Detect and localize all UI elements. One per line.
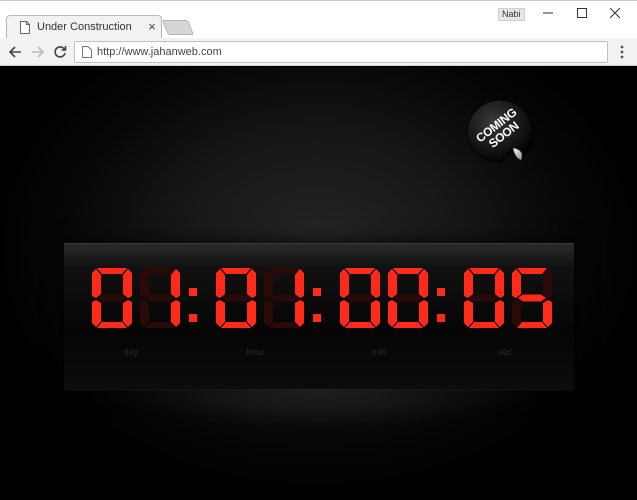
digit-segment [140,300,149,327]
digit-segment [393,268,423,274]
digit-segment [145,268,175,274]
digit-segment [146,294,174,302]
digit-segment [97,322,127,328]
countdown-digit [464,268,504,328]
new-tab-button[interactable] [161,20,195,35]
maximize-icon [577,8,587,18]
digit-segment [295,300,304,327]
minimize-icon [543,12,553,14]
digit-segment [345,322,375,328]
digit-segment [92,269,101,298]
digit-segment [512,300,521,327]
countdown-colon [437,288,445,322]
digit-segment [264,300,273,327]
digit-segment [216,269,225,298]
digit-segment [221,268,251,274]
coming-soon-sticker: COMING SOON [465,98,535,168]
digit-segment [464,269,473,298]
countdown-digit [340,268,380,328]
digit-segment [469,322,499,328]
title-bar: Under Construction × Nabi [0,0,637,39]
browser-tab[interactable]: Under Construction × [6,15,162,39]
digit-segment [264,269,273,298]
profile-name[interactable]: Nabi [498,8,525,21]
digit-segment [216,300,225,327]
digit-segment [145,322,175,328]
digit-segment [270,294,298,302]
digit-segment [469,268,499,274]
reload-icon [54,46,67,58]
digit-segment [171,300,180,327]
digit-segment [394,294,422,302]
label-min: min [371,347,387,357]
digit-segment [470,294,498,302]
digit-segment [346,294,374,302]
digit-segment [140,269,149,298]
reload-button[interactable] [50,42,70,62]
digit-segment [123,300,132,327]
digit-segment [518,294,546,302]
digit-segment [97,268,127,274]
digit-segment [419,300,428,327]
digit-segment [543,269,552,298]
panel-reflection [96,389,542,429]
countdown-digit [264,268,304,328]
countdown-digit [216,268,256,328]
countdown-colon [313,288,321,322]
digit-segment [123,269,132,298]
countdown-digit [140,268,180,328]
menu-button[interactable] [614,42,630,62]
digit-segment [388,300,397,327]
address-bar[interactable]: http://www.jahanweb.com [74,41,608,63]
countdown-digit [512,268,552,328]
digit-segment [221,322,251,328]
page-icon [82,46,92,58]
forward-button[interactable] [28,42,48,62]
digit-segment [371,269,380,298]
digit-segment [295,269,304,298]
digit-segment [393,322,423,328]
window-close-icon [610,8,620,18]
document-icon [20,21,30,34]
countdown-digit [92,268,132,328]
countdown-digit [388,268,428,328]
digit-segment [92,300,101,327]
page-viewport: COMING SOON day hour min sec [0,67,637,500]
browser-toolbar: http://www.jahanweb.com [0,38,637,66]
digit-segment [517,268,547,274]
digit-segment [495,269,504,298]
tab-close-icon[interactable]: × [145,19,159,35]
digit-segment [512,269,521,298]
digit-segment [543,300,552,327]
close-window-button[interactable] [600,3,630,23]
digit-segment [495,300,504,327]
back-icon [8,46,21,58]
digit-segment [269,268,299,274]
digit-segment [269,322,299,328]
tab-title: Under Construction [37,21,132,33]
digit-segment [464,300,473,327]
digit-segment [340,269,349,298]
forward-icon [32,46,45,58]
countdown-colon [189,288,197,322]
digit-segment [419,269,428,298]
menu-icon [620,45,624,59]
minimize-button[interactable] [533,3,563,23]
back-button[interactable] [5,42,25,62]
maximize-button[interactable] [567,3,597,23]
digit-segment [247,269,256,298]
digit-segment [371,300,380,327]
label-day: day [123,347,139,357]
digit-segment [171,269,180,298]
label-sec: sec [497,347,512,357]
digit-segment [340,300,349,327]
digit-segment [98,294,126,302]
digit-segment [222,294,250,302]
label-hour: hour [245,347,264,357]
digit-segment [517,322,547,328]
digit-segment [247,300,256,327]
digit-segment [345,268,375,274]
url-text[interactable]: http://www.jahanweb.com [97,46,222,58]
digit-segment [388,269,397,298]
